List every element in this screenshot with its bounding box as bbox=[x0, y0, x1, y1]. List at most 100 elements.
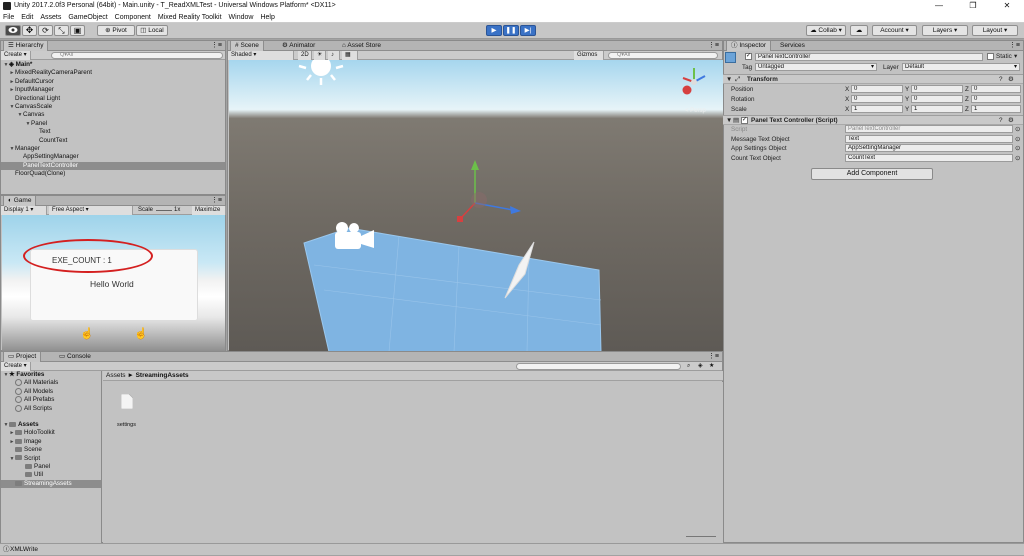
effects-dropdown[interactable]: ▦ bbox=[342, 51, 358, 60]
project-search-input[interactable] bbox=[516, 363, 681, 370]
audio-toggle[interactable]: ♪ bbox=[328, 51, 340, 60]
filter-type-icon[interactable]: ⌕ bbox=[687, 362, 690, 371]
rotation-z-field[interactable]: 0 bbox=[971, 95, 1021, 103]
gizmos-dropdown[interactable]: Gizmos ▾ bbox=[574, 51, 604, 67]
project-create-button[interactable]: Create ▾ bbox=[1, 362, 31, 371]
static-dropdown-icon[interactable]: ▾ bbox=[1014, 53, 1017, 60]
account-dropdown[interactable]: Account ▾ bbox=[872, 25, 917, 36]
object-picker-icon[interactable]: ⊙ bbox=[1015, 126, 1020, 133]
hand-tool-button[interactable] bbox=[5, 25, 21, 36]
expand-icon[interactable]: ▼ bbox=[726, 76, 732, 83]
help-icon[interactable]: ? bbox=[999, 117, 1003, 124]
tab-hierarchy[interactable]: ☰ Hierarchy bbox=[3, 41, 49, 51]
favorite-item[interactable]: All Models bbox=[1, 387, 101, 396]
object-picker-icon[interactable]: ⊙ bbox=[1015, 155, 1020, 162]
hierarchy-item[interactable]: ▼Manager bbox=[1, 145, 225, 153]
maximize-on-play-toggle[interactable]: Maximize O bbox=[192, 206, 226, 222]
2d-toggle[interactable]: 2D bbox=[298, 51, 312, 60]
orientation-gizmo[interactable] bbox=[682, 68, 706, 95]
hierarchy-item[interactable]: ▼Panel bbox=[1, 120, 225, 128]
expand-icon[interactable]: ▼ bbox=[726, 117, 732, 124]
hierarchy-item[interactable]: ▼Canvas bbox=[1, 111, 225, 119]
close-button[interactable]: ✕ bbox=[990, 0, 1024, 12]
hierarchy-create-button[interactable]: Create ▾ bbox=[1, 51, 31, 60]
collab-dropdown[interactable]: ☁ Collab ▾ bbox=[806, 25, 846, 36]
scale-tool-button[interactable]: ⤡ bbox=[54, 25, 69, 36]
rotate-tool-button[interactable]: ⟳ bbox=[38, 25, 53, 36]
hierarchy-item[interactable]: CountText bbox=[1, 137, 225, 145]
layout-dropdown[interactable]: Layout ▾ bbox=[972, 25, 1018, 36]
panel-menu-icon[interactable]: ⋮≡ bbox=[708, 41, 719, 49]
rotation-y-field[interactable]: 0 bbox=[911, 95, 963, 103]
app-settings-object-field[interactable]: AppSettingManager bbox=[845, 144, 1013, 152]
folder-item[interactable]: Panel bbox=[1, 463, 101, 471]
hierarchy-item-main[interactable]: ▼◈ Main* bbox=[1, 61, 225, 69]
help-icon[interactable]: ? bbox=[999, 76, 1003, 83]
scale-x-field[interactable]: 1 bbox=[851, 105, 903, 113]
scene-search-input[interactable]: Q▾All bbox=[608, 52, 718, 59]
favorite-star-icon[interactable]: ★ bbox=[709, 362, 714, 371]
hierarchy-item[interactable]: ►InputManager bbox=[1, 86, 225, 94]
tab-animator[interactable]: ⚙ Animator bbox=[278, 41, 319, 51]
menu-assets[interactable]: Assets bbox=[40, 12, 61, 22]
maximize-button[interactable]: ❐ bbox=[956, 0, 990, 12]
settings-gear-icon[interactable]: ⚙ bbox=[1008, 117, 1014, 124]
position-z-field[interactable]: 0 bbox=[971, 85, 1021, 93]
folder-item[interactable]: Util bbox=[1, 471, 101, 479]
count-text-object-field[interactable]: CountText bbox=[845, 154, 1013, 162]
panel-menu-icon[interactable]: ⋮≡ bbox=[211, 196, 222, 204]
favorites-header[interactable]: ▼★ Favorites bbox=[1, 371, 101, 379]
add-component-button[interactable]: Add Component bbox=[811, 168, 933, 180]
position-y-field[interactable]: 0 bbox=[911, 85, 963, 93]
position-x-field[interactable]: 0 bbox=[851, 85, 903, 93]
panel-menu-icon[interactable]: ⋮≡ bbox=[211, 41, 222, 49]
hierarchy-item-selected[interactable]: PanelTextController bbox=[1, 161, 225, 171]
pivot-toggle[interactable]: ⊕ Pivot bbox=[97, 25, 135, 36]
folder-item[interactable]: Scene bbox=[1, 446, 101, 454]
folder-item[interactable]: ► HoloToolkit bbox=[1, 429, 101, 437]
assets-header[interactable]: ▼ Assets bbox=[1, 421, 101, 429]
menu-gameobject[interactable]: GameObject bbox=[68, 12, 107, 22]
icon-size-slider[interactable] bbox=[686, 536, 716, 537]
minimize-button[interactable]: — bbox=[922, 0, 956, 12]
favorite-item[interactable]: All Scripts bbox=[1, 404, 101, 413]
scale-z-field[interactable]: 1 bbox=[971, 105, 1021, 113]
local-toggle[interactable]: ◫ Local bbox=[136, 25, 168, 36]
tab-game[interactable]: ◐ Game bbox=[3, 196, 37, 206]
folder-item-selected[interactable]: StreamingAssets bbox=[1, 479, 101, 489]
rect-tool-button[interactable]: ▣ bbox=[70, 25, 85, 36]
menu-file[interactable]: File bbox=[3, 12, 14, 22]
hierarchy-item[interactable]: Text bbox=[1, 128, 225, 136]
tab-scene[interactable]: # Scene bbox=[230, 41, 264, 51]
transform-header[interactable]: ▼ ⤢ Transform ? ⚙ bbox=[723, 74, 1023, 84]
menu-help[interactable]: Help bbox=[260, 12, 274, 22]
scale-y-field[interactable]: 1 bbox=[911, 105, 963, 113]
breadcrumb-streamingassets[interactable]: StreamingAssets bbox=[136, 372, 189, 379]
hierarchy-search-input[interactable]: Q▾All bbox=[51, 52, 223, 59]
tab-services[interactable]: Services bbox=[776, 41, 809, 51]
folder-item[interactable]: ► Image bbox=[1, 438, 101, 446]
menu-edit[interactable]: Edit bbox=[21, 12, 33, 22]
script-component-header[interactable]: ▼ ▤ ✓ Panel Text Controller (Script) ? ⚙ bbox=[723, 115, 1023, 125]
transform-handle[interactable] bbox=[457, 160, 521, 222]
move-tool-button[interactable]: ✥ bbox=[22, 25, 37, 36]
static-checkbox[interactable] bbox=[987, 53, 994, 60]
layer-dropdown[interactable]: Default ▾ bbox=[902, 63, 1020, 71]
menu-mixed-reality-toolkit[interactable]: Mixed Reality Toolkit bbox=[158, 12, 222, 22]
shading-dropdown[interactable]: Shaded ▾ bbox=[228, 51, 294, 60]
step-button[interactable]: ▶| bbox=[520, 25, 536, 36]
lighting-toggle[interactable]: ☀ bbox=[314, 51, 326, 60]
aspect-dropdown[interactable]: Free Aspect ▾ bbox=[49, 206, 133, 215]
layers-dropdown[interactable]: Layers ▾ bbox=[922, 25, 968, 36]
settings-gear-icon[interactable]: ⚙ bbox=[1008, 76, 1014, 83]
message-text-object-field[interactable]: Text bbox=[845, 135, 1013, 143]
hierarchy-item[interactable]: Directional Light bbox=[1, 95, 225, 103]
play-button[interactable]: ▶ bbox=[486, 25, 502, 36]
component-enabled-checkbox[interactable]: ✓ bbox=[741, 117, 748, 124]
panel-menu-icon[interactable]: ⋮≡ bbox=[708, 352, 719, 360]
hierarchy-item[interactable]: AppSettingManager bbox=[1, 153, 225, 161]
tab-asset-store[interactable]: ⌂ Asset Store bbox=[338, 41, 385, 51]
hierarchy-item[interactable]: ▼CanvasScale bbox=[1, 103, 225, 111]
object-picker-icon[interactable]: ⊙ bbox=[1015, 136, 1020, 143]
display-dropdown[interactable]: Display 1 ▾ bbox=[1, 206, 47, 215]
